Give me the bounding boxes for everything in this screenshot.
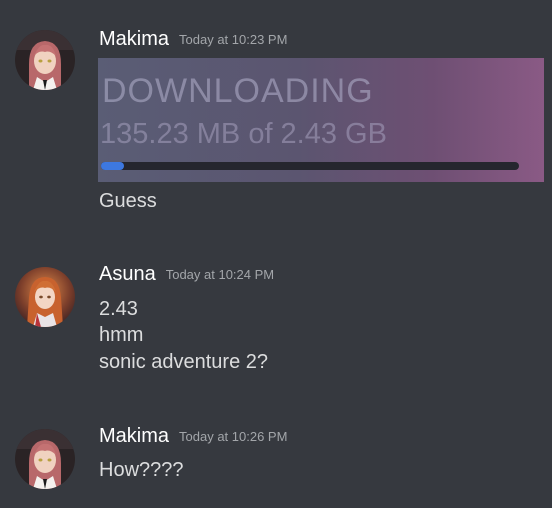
makima-avatar-icon bbox=[15, 429, 75, 489]
username[interactable]: Makima bbox=[99, 28, 169, 50]
download-size-text: 135.23 MB of 2.43 GB bbox=[100, 118, 387, 150]
message-header: Asuna Today at 10:24 PM bbox=[99, 263, 274, 286]
username[interactable]: Asuna bbox=[99, 263, 156, 285]
avatar[interactable] bbox=[15, 267, 75, 327]
download-image-attachment[interactable]: DOWNLOADING 135.23 MB of 2.43 GB bbox=[98, 58, 544, 182]
avatar[interactable] bbox=[15, 30, 75, 90]
username[interactable]: Makima bbox=[99, 425, 169, 447]
message-text: hmm bbox=[99, 324, 144, 346]
download-title: DOWNLOADING bbox=[102, 72, 374, 110]
message-text: 2.43 bbox=[99, 298, 138, 320]
timestamp[interactable]: Today at 10:24 PM bbox=[166, 267, 274, 282]
download-progress-track bbox=[101, 162, 519, 170]
avatar[interactable] bbox=[15, 429, 75, 489]
makima-avatar-icon bbox=[15, 30, 75, 90]
message-text: How???? bbox=[99, 459, 184, 481]
timestamp[interactable]: Today at 10:26 PM bbox=[179, 429, 287, 444]
download-progress-fill bbox=[101, 162, 124, 170]
message-header: Makima Today at 10:23 PM bbox=[99, 28, 287, 51]
message-header: Makima Today at 10:26 PM bbox=[99, 425, 287, 448]
timestamp[interactable]: Today at 10:23 PM bbox=[179, 32, 287, 47]
message-text: sonic adventure 2? bbox=[99, 351, 269, 373]
asuna-avatar-icon bbox=[15, 267, 75, 327]
message-text: Guess bbox=[99, 190, 157, 212]
